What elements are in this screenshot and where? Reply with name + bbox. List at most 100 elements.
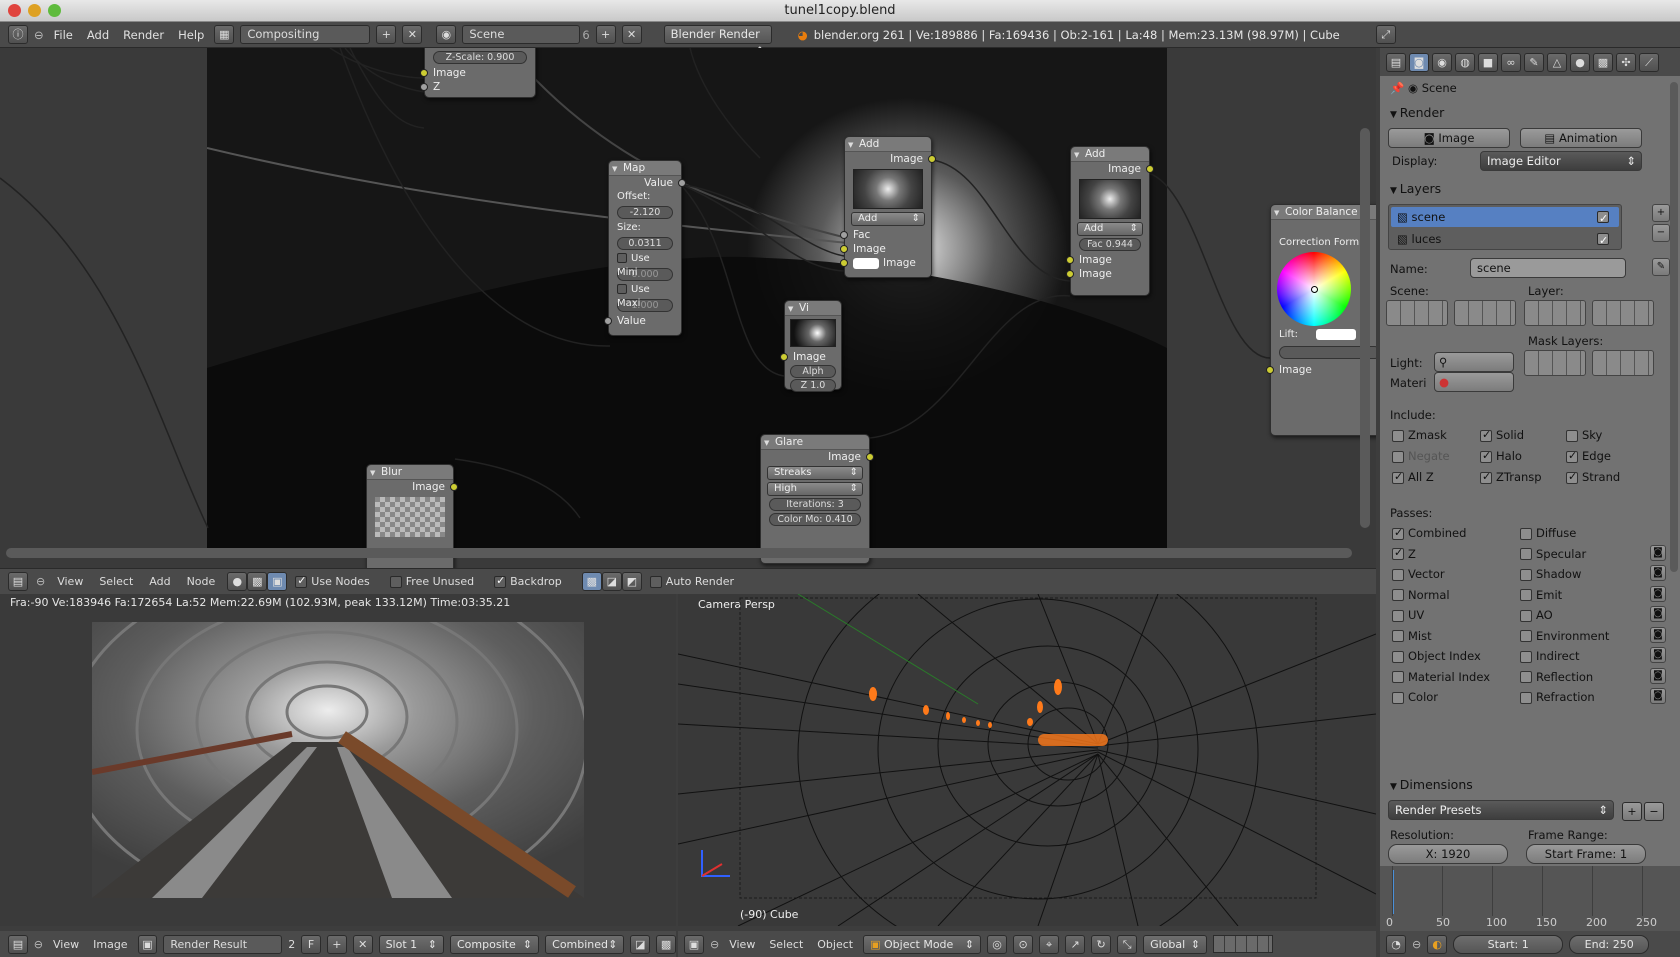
render-pass-select[interactable]: Combined ⇕: [545, 934, 625, 954]
glare-quality-select[interactable]: High ⇕: [767, 482, 863, 496]
pass-indirect-checkbox[interactable]: Indirect: [1520, 649, 1580, 663]
pass-mist-checkbox[interactable]: Mist: [1392, 629, 1432, 643]
map-size-field[interactable]: 0.0311: [617, 237, 673, 250]
auto-render-checkbox[interactable]: Auto Render: [649, 575, 734, 588]
zscale-z-output[interactable]: Z: [420, 80, 535, 94]
modifiers-tab-icon[interactable]: ✎: [1524, 52, 1544, 72]
mask-layers-grid-1[interactable]: [1524, 350, 1586, 376]
zscale-field[interactable]: Z-Scale: 0.900: [433, 51, 527, 64]
compositing-nodes-icon[interactable]: ▣: [267, 572, 288, 591]
map-offset-field[interactable]: -2.120: [617, 206, 673, 219]
pass-refraction-checkbox[interactable]: Refraction: [1520, 690, 1595, 704]
pin-icon[interactable]: 📌: [1390, 81, 1404, 95]
screen-layout-icon[interactable]: ▦: [214, 25, 235, 44]
viewer-image-input[interactable]: Image: [780, 350, 841, 364]
shader-nodes-icon[interactable]: ●: [227, 572, 248, 591]
eyedropper-icon[interactable]: ✎: [1652, 258, 1670, 276]
editor-type-icon[interactable]: ▤: [8, 572, 28, 591]
pass-material-index-checkbox[interactable]: Material Index: [1392, 670, 1490, 684]
menu-select[interactable]: Select: [765, 938, 807, 951]
collapse-menu-icon[interactable]: ⊖: [36, 575, 45, 588]
pass-reflection-checkbox[interactable]: Reflection: [1520, 670, 1593, 684]
map-value-output[interactable]: Value: [609, 176, 686, 190]
dimensions-panel-header[interactable]: Dimensions: [1380, 772, 1680, 798]
texture-nodes-icon[interactable]: ▩: [247, 572, 268, 591]
render-image-button[interactable]: ◙ Image: [1388, 128, 1510, 148]
pass-vector-checkbox[interactable]: Vector: [1392, 567, 1445, 581]
object-tab-icon[interactable]: ■: [1478, 52, 1498, 72]
layer-name-field[interactable]: scene: [1470, 258, 1626, 278]
close-window-icon[interactable]: [8, 4, 21, 17]
exclude-pass-icon[interactable]: ◙: [1650, 606, 1666, 622]
render-layer-item[interactable]: ▧ scene: [1391, 207, 1619, 229]
menu-render[interactable]: Render: [119, 28, 168, 42]
glare-node-header[interactable]: Glare: [761, 435, 869, 450]
add2-image-input-2[interactable]: Image: [1066, 267, 1149, 281]
backdrop-zoom-icon[interactable]: ◩: [621, 572, 642, 591]
collapse-menu-icon[interactable]: ⊖: [1412, 938, 1421, 951]
map-use-min-checkbox[interactable]: Use Mini: [609, 252, 681, 278]
render-animation-button[interactable]: ▤ Animation: [1520, 128, 1642, 148]
render-layer-select[interactable]: Composite ⇕: [450, 934, 540, 954]
add-node-header[interactable]: Add: [845, 137, 931, 152]
exclude-pass-icon[interactable]: ◙: [1650, 565, 1666, 581]
pass-combined-checkbox[interactable]: Combined: [1392, 526, 1466, 540]
include-halo-checkbox[interactable]: Halo: [1480, 449, 1522, 463]
include-sky-checkbox[interactable]: Sky: [1566, 428, 1602, 442]
screen-layout-field[interactable]: Compositing: [240, 25, 371, 44]
editor-type-icon[interactable]: ▤: [8, 934, 28, 954]
image-browse-icon[interactable]: ▣: [137, 934, 158, 954]
zscale-image-output[interactable]: Image: [420, 66, 535, 80]
pass-z-checkbox[interactable]: Z: [1392, 546, 1416, 561]
editor-type-icon[interactable]: ▣: [684, 934, 704, 954]
include-solid-checkbox[interactable]: Solid: [1480, 428, 1524, 442]
layers-panel-header[interactable]: Layers: [1380, 176, 1680, 202]
free-unused-checkbox[interactable]: Free Unused: [389, 575, 474, 588]
map-use-max-checkbox[interactable]: Use Maxi: [609, 283, 681, 309]
display-select[interactable]: Image Editor ⇕: [1480, 151, 1642, 171]
exclude-pass-icon[interactable]: ◙: [1650, 688, 1666, 704]
pivot-point-icon[interactable]: ⊙: [1013, 934, 1034, 954]
backdrop-checkbox[interactable]: Backdrop: [494, 574, 562, 588]
menu-add[interactable]: Add: [83, 28, 113, 42]
horizontal-scrollbar[interactable]: [6, 548, 1352, 558]
backdrop-rgb-icon[interactable]: ▩: [581, 572, 602, 591]
image-name-field[interactable]: Render Result: [163, 934, 283, 954]
minimize-window-icon[interactable]: [28, 4, 41, 17]
texture-tab-icon[interactable]: ▩: [1593, 52, 1613, 72]
include-zmask-checkbox[interactable]: Zmask: [1392, 428, 1447, 442]
editor-type-icon[interactable]: ⓘ: [8, 25, 28, 44]
add-preset-icon[interactable]: +: [1622, 802, 1642, 821]
render-layers-grid-1[interactable]: [1524, 300, 1586, 326]
add2-image-input-1[interactable]: Image: [1066, 253, 1149, 267]
glare-image-output[interactable]: Image: [761, 450, 874, 464]
translate-manipulator-icon[interactable]: ↗: [1065, 934, 1086, 954]
add-screen-icon[interactable]: +: [376, 25, 397, 44]
layer-enabled-checkbox[interactable]: [1597, 209, 1609, 229]
add-mix-node-1[interactable]: Add Image Add ⇕ Fac Image Image: [840, 136, 936, 278]
glare-color-mod-field[interactable]: Color Mo: 0.410: [769, 513, 861, 526]
pass-object-index-checkbox[interactable]: Object Index: [1392, 649, 1481, 663]
exclude-pass-icon[interactable]: ◙: [1650, 626, 1666, 643]
include-all-z-checkbox[interactable]: All Z: [1392, 470, 1434, 484]
pass-normal-checkbox[interactable]: Normal: [1392, 588, 1450, 602]
pass-emit-checkbox[interactable]: Emit: [1520, 588, 1562, 602]
glare-type-select[interactable]: Streaks ⇕: [767, 466, 863, 480]
scene-layers-grid-1[interactable]: [1386, 300, 1448, 326]
pass-ao-checkbox[interactable]: AO: [1520, 608, 1553, 622]
unlink-image-icon[interactable]: ✕: [352, 934, 373, 954]
render-engine-select[interactable]: Blender Render ⇕: [663, 25, 772, 58]
include-edge-checkbox[interactable]: Edge: [1566, 449, 1611, 463]
new-image-icon[interactable]: +: [326, 934, 347, 954]
add1-image-output[interactable]: Image: [845, 152, 936, 166]
physics-tab-icon[interactable]: ⟋: [1639, 52, 1659, 72]
layer-enabled-checkbox[interactable]: [1597, 231, 1609, 251]
pass-environment-checkbox[interactable]: Environment: [1520, 629, 1609, 643]
fake-user-button[interactable]: F: [301, 934, 321, 954]
data-tab-icon[interactable]: △: [1547, 52, 1567, 72]
color-swatch[interactable]: [853, 257, 879, 269]
menu-object[interactable]: Object: [813, 938, 857, 951]
add1-image-input-2[interactable]: Image: [840, 256, 931, 270]
node-editor[interactable]: Z-Scale: 0.900 Image Z Map Value Offset:…: [0, 48, 1376, 568]
map-value-input[interactable]: Value: [604, 314, 681, 328]
